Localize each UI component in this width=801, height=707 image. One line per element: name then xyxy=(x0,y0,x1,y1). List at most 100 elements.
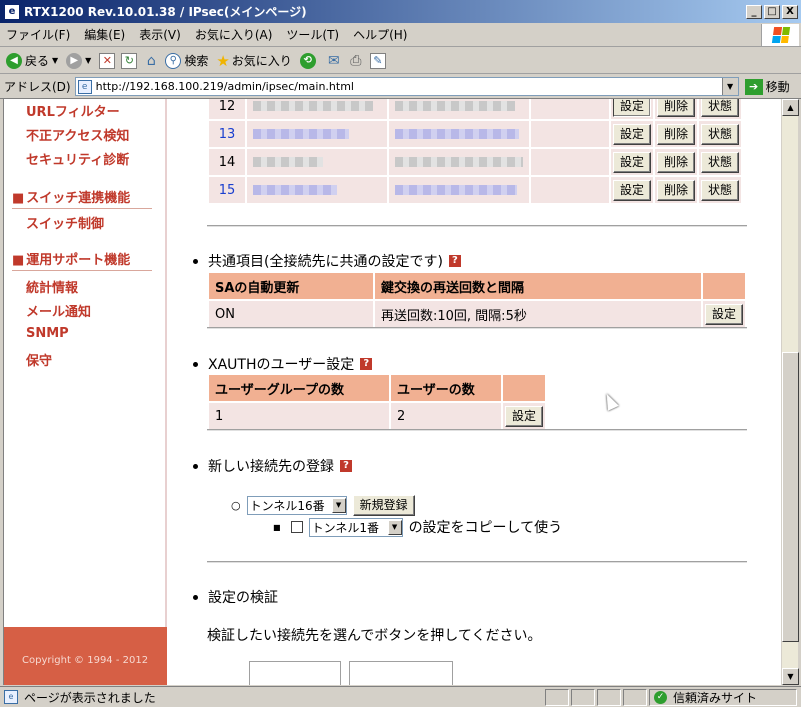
scroll-up-icon[interactable]: ▲ xyxy=(782,99,799,116)
help-icon[interactable]: ? xyxy=(360,358,373,370)
scroll-down-icon[interactable]: ▼ xyxy=(782,668,799,685)
menu-favorites[interactable]: お気に入り(A) xyxy=(195,26,273,43)
conn-number-link[interactable]: 13 xyxy=(219,127,236,142)
verify-description: 検証したい接続先を選んでボタンを押してください。 xyxy=(207,628,542,644)
col-users: ユーザーの数 xyxy=(391,375,501,401)
settings-button[interactable]: 設定 xyxy=(613,123,652,145)
maximize-button[interactable]: □ xyxy=(764,4,780,19)
xauth-settings-button[interactable]: 設定 xyxy=(505,405,544,427)
conn-address-masked xyxy=(389,149,529,175)
sidebar-item-snmp[interactable]: SNMP xyxy=(26,326,69,341)
sidebar-item-statistics[interactable]: 統計情報 xyxy=(26,277,78,296)
verify-select-partial[interactable] xyxy=(249,661,341,685)
table-row: 15 設定 削除 状態 xyxy=(209,177,742,203)
mail-icon[interactable]: ✉ xyxy=(326,53,342,69)
divider xyxy=(207,225,747,227)
sidebar-footer: Copyright © 1994 - 2012 xyxy=(4,627,167,685)
sidebar-item-security-check[interactable]: セキュリティ診断 xyxy=(26,149,129,168)
browser-icon: e xyxy=(4,3,20,20)
minimize-button[interactable]: _ xyxy=(746,4,762,19)
table-row: 1 2 設定 xyxy=(209,403,546,429)
tunnel-select[interactable]: トンネル16番 ▼ xyxy=(246,496,347,515)
search-button[interactable]: ⚲ 検索 xyxy=(165,52,208,69)
vertical-scrollbar[interactable]: ▲ ▼ xyxy=(781,99,799,685)
sidebar: URLフィルター 不正アクセス検知 セキュリティ診断 ■ スイッチ連携機能 スイッ… xyxy=(4,99,167,685)
register-button[interactable]: 新規登録 xyxy=(352,495,415,516)
toolbar: ◀ 戻る ▼ ▶ ▼ ✕ ↻ ⌂ ⚲ 検索 ★ お気に入り ⟲ ✉ ⎙ ✎ xyxy=(0,48,801,74)
forward-button[interactable]: ▶ ▼ xyxy=(66,52,92,69)
forward-arrow-icon: ▶ xyxy=(66,52,83,69)
copy-checkbox[interactable] xyxy=(290,521,303,533)
status-button[interactable]: 状態 xyxy=(701,151,740,173)
common-settings-button[interactable]: 設定 xyxy=(705,303,744,325)
verify-button-partial[interactable] xyxy=(349,661,453,685)
conn-number: 12 xyxy=(209,99,245,119)
menu-edit[interactable]: 編集(E) xyxy=(84,26,125,43)
chevron-down-icon: ▼ xyxy=(331,498,346,513)
bullet-icon xyxy=(193,463,198,469)
sidebar-item-mail-notify[interactable]: メール通知 xyxy=(26,301,91,320)
settings-button[interactable]: 設定 xyxy=(613,179,652,201)
help-icon[interactable]: ? xyxy=(448,255,461,267)
go-arrow-icon: ➔ xyxy=(744,78,763,95)
sidebar-heading-support: ■ 運用サポート機能 xyxy=(12,249,152,271)
xauth-section-title: XAUTHのユーザー設定 ? xyxy=(193,354,373,374)
square-bullet-icon: ■ xyxy=(12,191,25,206)
delete-button[interactable]: 削除 xyxy=(657,179,696,201)
conn-number: 14 xyxy=(209,149,245,175)
divider xyxy=(207,561,747,563)
sa-value: ON xyxy=(209,301,373,327)
star-icon: ★ xyxy=(216,51,230,70)
delete-button[interactable]: 削除 xyxy=(657,123,696,145)
sidebar-item-switch-control[interactable]: スイッチ制御 xyxy=(26,213,104,232)
security-zone: ✓ 信頼済みサイト xyxy=(649,688,797,706)
help-icon[interactable]: ? xyxy=(340,460,352,472)
search-icon: ⚲ xyxy=(165,52,182,69)
refresh-icon[interactable]: ↻ xyxy=(121,52,138,69)
stop-icon[interactable]: ✕ xyxy=(99,52,116,69)
back-button[interactable]: ◀ 戻る ▼ xyxy=(6,52,58,69)
status-text: ページが表示されました xyxy=(24,690,156,705)
edit-icon[interactable]: ✎ xyxy=(369,52,386,69)
menu-file[interactable]: ファイル(F) xyxy=(6,26,70,43)
dropdown-arrow-icon: ▼ xyxy=(85,56,92,65)
favorites-button[interactable]: ★ お気に入り xyxy=(216,52,291,70)
conn-host-masked xyxy=(247,121,387,147)
go-button[interactable]: ➔ 移動 xyxy=(744,78,790,95)
menu-tools[interactable]: ツール(T) xyxy=(286,26,339,43)
delete-button[interactable]: 削除 xyxy=(657,151,696,173)
status-button[interactable]: 状態 xyxy=(701,99,740,117)
settings-button[interactable]: 設定 xyxy=(613,151,652,173)
dropdown-arrow-icon: ▼ xyxy=(52,56,59,65)
conn-host-masked xyxy=(247,149,387,175)
conn-number-link[interactable]: 15 xyxy=(219,183,236,198)
copy-tunnel-select[interactable]: トンネル1番 ▼ xyxy=(308,517,403,537)
settings-button[interactable]: 設定 xyxy=(613,99,652,117)
sidebar-item-url-filter[interactable]: URLフィルター xyxy=(26,101,120,120)
close-button[interactable]: X xyxy=(782,4,798,19)
copy-settings-row: ■ トンネル1番 ▼ の設定をコピーして使う xyxy=(273,517,562,537)
address-input[interactable]: e http://192.168.100.219/admin/ipsec/mai… xyxy=(74,77,739,96)
windows-logo-icon xyxy=(761,24,799,46)
divider xyxy=(207,327,747,329)
window-title: RTX1200 Rev.10.01.38 / IPsec(メインページ) xyxy=(24,5,307,19)
common-settings-table: SAの自動更新 鍵交換の再送回数と間隔 ON 再送回数:10回, 間隔:5秒 設… xyxy=(207,271,747,329)
address-dropdown-icon[interactable]: ▼ xyxy=(721,78,738,95)
sidebar-item-intrusion-detection[interactable]: 不正アクセス検知 xyxy=(26,125,129,144)
menu-view[interactable]: 表示(V) xyxy=(139,26,181,43)
divider xyxy=(207,429,747,431)
xauth-table: ユーザーグループの数 ユーザーの数 1 2 設定 xyxy=(207,373,547,431)
history-icon[interactable]: ⟲ xyxy=(299,52,316,69)
chevron-down-icon: ▼ xyxy=(387,519,402,535)
copy-label: の設定をコピーして使う xyxy=(408,520,563,536)
scroll-thumb[interactable] xyxy=(782,352,799,642)
menu-help[interactable]: ヘルプ(H) xyxy=(353,26,407,43)
radio-bullet: ○ xyxy=(231,499,241,512)
print-icon[interactable]: ⎙ xyxy=(348,53,364,69)
table-row: 14 設定 削除 状態 xyxy=(209,149,742,175)
home-icon[interactable]: ⌂ xyxy=(143,53,159,69)
status-button[interactable]: 状態 xyxy=(701,123,740,145)
status-button[interactable]: 状態 xyxy=(701,179,740,201)
delete-button[interactable]: 削除 xyxy=(657,99,696,117)
sidebar-item-maintenance[interactable]: 保守 xyxy=(26,350,52,369)
